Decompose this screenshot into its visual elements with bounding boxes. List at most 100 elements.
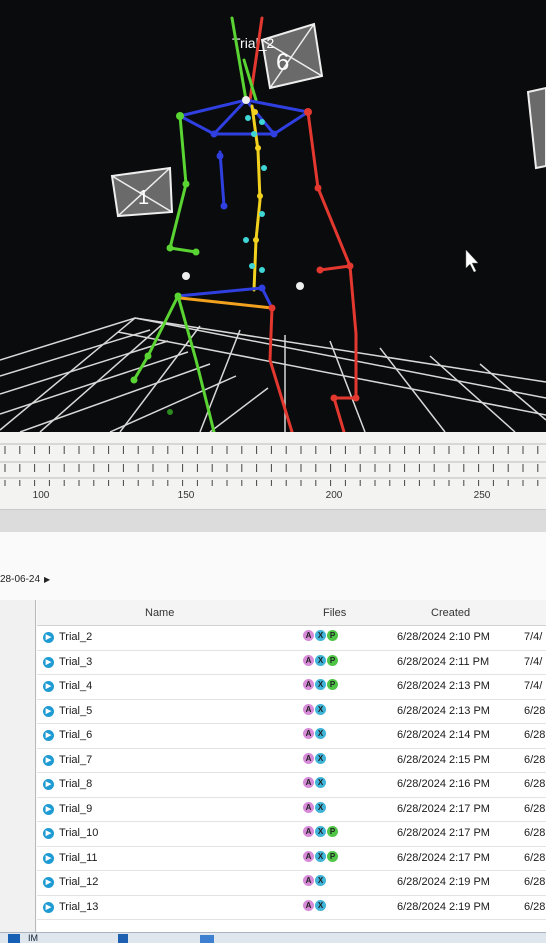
table-row[interactable]: ▶ Trial_2 A X P 6/28/2024 2:10 PM 7/4/ <box>37 626 546 651</box>
created-date: 6/28/2024 2:17 PM <box>397 802 490 815</box>
skeleton-markers <box>130 96 360 415</box>
modified-date: 6/28 <box>524 704 546 717</box>
file-badge-p-icon: P <box>327 826 338 837</box>
taskbar-item-label[interactable]: IM <box>28 933 38 943</box>
trial-name: Trial_8 <box>59 778 93 790</box>
trial-name: Trial_4 <box>59 680 93 692</box>
file-type-badges: AXP <box>303 630 338 641</box>
column-header-files[interactable]: Files <box>323 607 346 619</box>
data-browser: 28-06-24 ▶ Name Files Created ▶ Trial_2 A X P… <box>0 532 546 932</box>
modified-date: 6/28 <box>524 876 546 888</box>
taskbar-app-icon[interactable] <box>118 934 128 943</box>
file-badge-a-icon: A <box>303 826 314 837</box>
file-badge-x-icon: X <box>315 826 326 837</box>
taskbar-window-icon[interactable] <box>200 935 214 943</box>
panel-divider[interactable] <box>0 510 546 532</box>
file-type-badges: AXP <box>303 679 338 690</box>
file-type-badges: AX <box>303 875 326 886</box>
camera-6-icon[interactable] <box>260 22 324 90</box>
trial-icon: ▶ <box>43 828 54 839</box>
table-row[interactable]: ▶ Trial_13 A X 6/28/2024 2:19 PM 6/28 <box>37 896 546 920</box>
file-badge-x-icon: X <box>315 703 326 715</box>
file-badge-a-icon: A <box>303 777 314 788</box>
modified-date: 6/28 <box>524 827 546 839</box>
trial-icon: ▶ <box>43 803 54 815</box>
file-badge-a-icon: A <box>303 899 314 911</box>
created-date: 6/28/2024 2:19 PM <box>397 876 490 888</box>
file-badge-x-icon: X <box>315 875 326 886</box>
modified-date: 7/4/ <box>524 655 543 668</box>
3d-viewport[interactable]: 1 6 Trial_2 <box>0 0 546 432</box>
created-date: 6/28/2024 2:13 PM <box>397 704 490 717</box>
timeline-ruler[interactable] <box>0 432 546 510</box>
table-row[interactable]: ▶ Trial_11 A X P 6/28/2024 2:17 PM 6/28 <box>37 847 546 871</box>
trial-name: Trial_12 <box>59 876 99 888</box>
file-badge-x-icon: X <box>315 752 326 764</box>
modified-date: 7/4/ <box>524 631 543 643</box>
file-badge-a-icon: A <box>303 654 314 666</box>
file-type-badges: AX <box>303 728 326 739</box>
table-row[interactable]: ▶ Trial_9 A X 6/28/2024 2:17 PM 6/28 <box>37 798 546 822</box>
floor-grid <box>0 317 546 432</box>
table-row[interactable]: ▶ Trial_8 A X 6/28/2024 2:16 PM 6/28 <box>37 773 546 798</box>
trial-name: Trial_13 <box>59 900 99 913</box>
breadcrumb-folder[interactable]: 28-06-24 <box>0 574 40 585</box>
trial-icon: ▶ <box>43 705 54 717</box>
file-badge-a-icon: A <box>303 728 314 739</box>
table-row[interactable]: ▶ Trial_10 A X P 6/28/2024 2:17 PM 6/28 <box>37 822 546 847</box>
trial-name: Trial_6 <box>59 729 93 741</box>
created-date: 6/28/2024 2:19 PM <box>397 900 490 913</box>
timeline-tick-100: 100 <box>32 490 50 501</box>
table-row[interactable]: ▶ Trial_12 A X 6/28/2024 2:19 PM 6/28 <box>37 871 546 896</box>
file-badge-x-icon: X <box>315 679 326 690</box>
file-type-badges: AXP <box>303 850 338 862</box>
file-type-badges: AX <box>303 703 326 715</box>
table-row[interactable]: ▶ Trial_4 A X P 6/28/2024 2:13 PM 7/4/ <box>37 675 546 700</box>
file-badge-a-icon: A <box>303 752 314 764</box>
trial-name: Trial_10 <box>59 827 99 839</box>
trial-name: Trial_3 <box>59 655 93 668</box>
created-date: 6/28/2024 2:17 PM <box>397 851 490 864</box>
trial-icon: ▶ <box>43 901 54 913</box>
breadcrumb-arrow-icon[interactable]: ▶ <box>44 575 50 584</box>
mouse-cursor-icon <box>465 249 479 273</box>
table-row[interactable]: ▶ Trial_6 A X 6/28/2024 2:14 PM 6/28 <box>37 724 546 749</box>
column-header-name[interactable]: Name <box>145 607 174 619</box>
file-badge-p-icon: P <box>327 679 338 690</box>
modified-date: 6/28 <box>524 778 546 790</box>
trial-name: Trial_2 <box>59 631 93 643</box>
file-type-badges: AXP <box>303 826 338 837</box>
app-icon[interactable] <box>8 934 20 943</box>
table-row[interactable]: ▶ Trial_5 A X 6/28/2024 2:13 PM 6/28 <box>37 700 546 724</box>
modified-date: 7/4/ <box>524 680 543 692</box>
camera-edge-icon[interactable] <box>526 86 546 170</box>
file-badge-x-icon: X <box>315 899 326 911</box>
trial-name: Trial_11 <box>59 851 98 864</box>
trial-icon: ▶ <box>43 656 54 668</box>
file-badge-x-icon: X <box>315 654 326 666</box>
modified-date: 6/28 <box>524 729 546 741</box>
file-type-badges: AX <box>303 801 326 813</box>
column-header-created[interactable]: Created <box>431 607 470 619</box>
viewport-canvas[interactable]: 1 6 Trial_2 <box>0 0 546 432</box>
table-row[interactable]: ▶ Trial_7 A X 6/28/2024 2:15 PM 6/28 <box>37 749 546 773</box>
modified-date: 6/28 <box>524 900 546 913</box>
camera-1-label: 1 <box>138 187 149 209</box>
modified-date: 6/28 <box>524 753 546 766</box>
file-badge-x-icon: X <box>315 728 326 739</box>
file-badge-p-icon: P <box>327 850 338 862</box>
trial-icon: ▶ <box>43 852 54 864</box>
list-header: Name Files Created <box>37 600 546 626</box>
trial-icon: ▶ <box>43 730 54 741</box>
created-date: 6/28/2024 2:13 PM <box>397 680 490 692</box>
file-badge-a-icon: A <box>303 703 314 715</box>
timeline[interactable]: 100 150 200 250 <box>0 432 546 510</box>
modified-date: 6/28 <box>524 802 546 815</box>
trial-icon: ▶ <box>43 754 54 766</box>
folder-tree-pane[interactable] <box>0 600 36 932</box>
file-badge-p-icon: P <box>327 630 338 641</box>
taskbar: IM <box>0 932 546 943</box>
breadcrumb[interactable]: 28-06-24 ▶ <box>0 574 50 585</box>
timeline-tick-250: 250 <box>473 490 491 501</box>
table-row[interactable]: ▶ Trial_3 A X P 6/28/2024 2:11 PM 7/4/ <box>37 651 546 675</box>
